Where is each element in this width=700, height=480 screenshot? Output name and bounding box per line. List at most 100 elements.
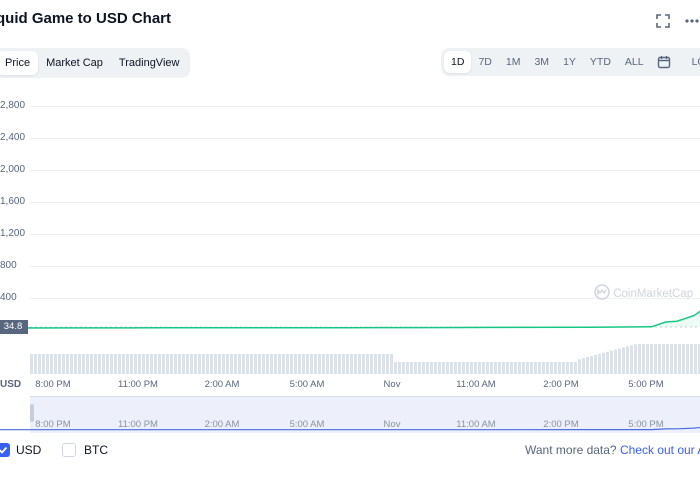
x-tick-label: Nov: [383, 379, 401, 390]
volume-bar: [582, 358, 585, 374]
volume-bar: [594, 354, 597, 374]
volume-bar: [626, 346, 629, 374]
volume-bar: [662, 344, 665, 374]
volume-bar: [42, 354, 45, 374]
navigator-tick-label: 5:00 PM: [628, 419, 664, 430]
volume-bar: [458, 362, 461, 374]
usd-label[interactable]: USD: [16, 443, 41, 457]
volume-bar: [190, 354, 193, 374]
calendar-icon[interactable]: [657, 55, 671, 69]
volume-bar: [442, 362, 445, 374]
volume-bar: [262, 354, 265, 374]
volume-bar: [58, 354, 61, 374]
range-7d[interactable]: 7D: [471, 51, 498, 73]
volume-bar: [690, 344, 693, 374]
volume-bar: [302, 354, 305, 374]
volume-bar: [486, 362, 489, 374]
volume-bar: [574, 362, 577, 374]
volume-bar: [334, 354, 337, 374]
log-toggle[interactable]: LOG: [685, 51, 700, 73]
volume-bar: [558, 362, 561, 374]
volume-bar: [522, 362, 525, 374]
range-all[interactable]: ALL: [618, 51, 651, 73]
tab-tradingview[interactable]: TradingView: [111, 51, 188, 75]
volume-bar: [426, 362, 429, 374]
volume-bar: [538, 362, 541, 374]
volume-bar: [138, 354, 141, 374]
volume-bar: [598, 353, 601, 374]
volume-bar: [322, 354, 325, 374]
volume-bar: [418, 362, 421, 374]
gridline: [30, 138, 700, 139]
navigator-tick-label: 5:00 AM: [289, 419, 325, 430]
volume-bar: [254, 354, 257, 374]
volume-bar: [110, 354, 113, 374]
volume-bar: [402, 362, 405, 374]
volume-bar: [506, 362, 509, 374]
volume-bar: [258, 354, 261, 374]
volume-bar: [658, 344, 661, 374]
volume-bar: [238, 354, 241, 374]
btc-label[interactable]: BTC: [84, 443, 108, 457]
volume-bar: [90, 354, 93, 374]
navigator-tick-label: 8:00 PM: [35, 419, 71, 430]
volume-bar: [654, 344, 657, 374]
volume-bar: [550, 362, 553, 374]
volume-bar: [250, 354, 253, 374]
volume-bar: [158, 354, 161, 374]
volume-bar: [38, 354, 41, 374]
volume-bar: [246, 354, 249, 374]
range-ytd[interactable]: YTD: [583, 51, 618, 73]
range-3m[interactable]: 3M: [527, 51, 556, 73]
volume-bar: [518, 362, 521, 374]
volume-bar: [314, 354, 317, 374]
more-data-note: Want more data? Check out our AP: [525, 443, 700, 457]
usd-checkbox[interactable]: [0, 443, 10, 457]
volume-bar: [350, 354, 353, 374]
volume-bar: [98, 354, 101, 374]
volume-bar: [514, 362, 517, 374]
gridline: [30, 170, 700, 171]
volume-bar: [178, 354, 181, 374]
volume-bar: [502, 362, 505, 374]
btc-checkbox[interactable]: [62, 443, 76, 457]
volume-bar: [294, 354, 297, 374]
y-tick-label: 800: [0, 260, 17, 271]
volume-bar: [390, 354, 393, 374]
view-tabs: Price Market Cap TradingView: [0, 48, 191, 78]
volume-bar: [210, 354, 213, 374]
volume-bar: [86, 354, 89, 374]
volume-bar: [666, 344, 669, 374]
more-data-text: Want more data?: [525, 443, 617, 457]
range-1d[interactable]: 1D: [444, 51, 472, 73]
navigator-left-handle[interactable]: [30, 404, 34, 422]
x-tick-label: 5:00 AM: [289, 379, 325, 390]
volume-bar: [114, 354, 117, 374]
volume-bar: [102, 354, 105, 374]
x-tick-label: 11:00 PM: [118, 379, 158, 390]
current-price-tag: 34.8: [0, 320, 28, 334]
volume-bar: [82, 354, 85, 374]
volume-bar: [222, 354, 225, 374]
y-tick-label: 1,600: [0, 196, 26, 207]
volume-bar: [214, 354, 217, 374]
volume-bar: [434, 362, 437, 374]
range-1y[interactable]: 1Y: [556, 51, 583, 73]
ellipsis-icon[interactable]: [683, 14, 700, 32]
y-tick-label: 1,200: [0, 228, 26, 239]
expand-icon[interactable]: [654, 14, 672, 32]
volume-bar: [674, 344, 677, 374]
volume-bar: [202, 354, 205, 374]
volume-bar: [362, 354, 365, 374]
volume-bar: [530, 362, 533, 374]
volume-bar: [198, 354, 201, 374]
range-1m[interactable]: 1M: [499, 51, 528, 73]
volume-bar: [498, 362, 501, 374]
volume-bar: [206, 354, 209, 374]
tab-price[interactable]: Price: [0, 51, 39, 75]
volume-bar: [586, 357, 589, 374]
volume-bar: [62, 354, 65, 374]
volume-bar: [66, 354, 69, 374]
api-link[interactable]: Check out our AP: [620, 443, 700, 457]
tab-market-cap[interactable]: Market Cap: [38, 51, 111, 75]
